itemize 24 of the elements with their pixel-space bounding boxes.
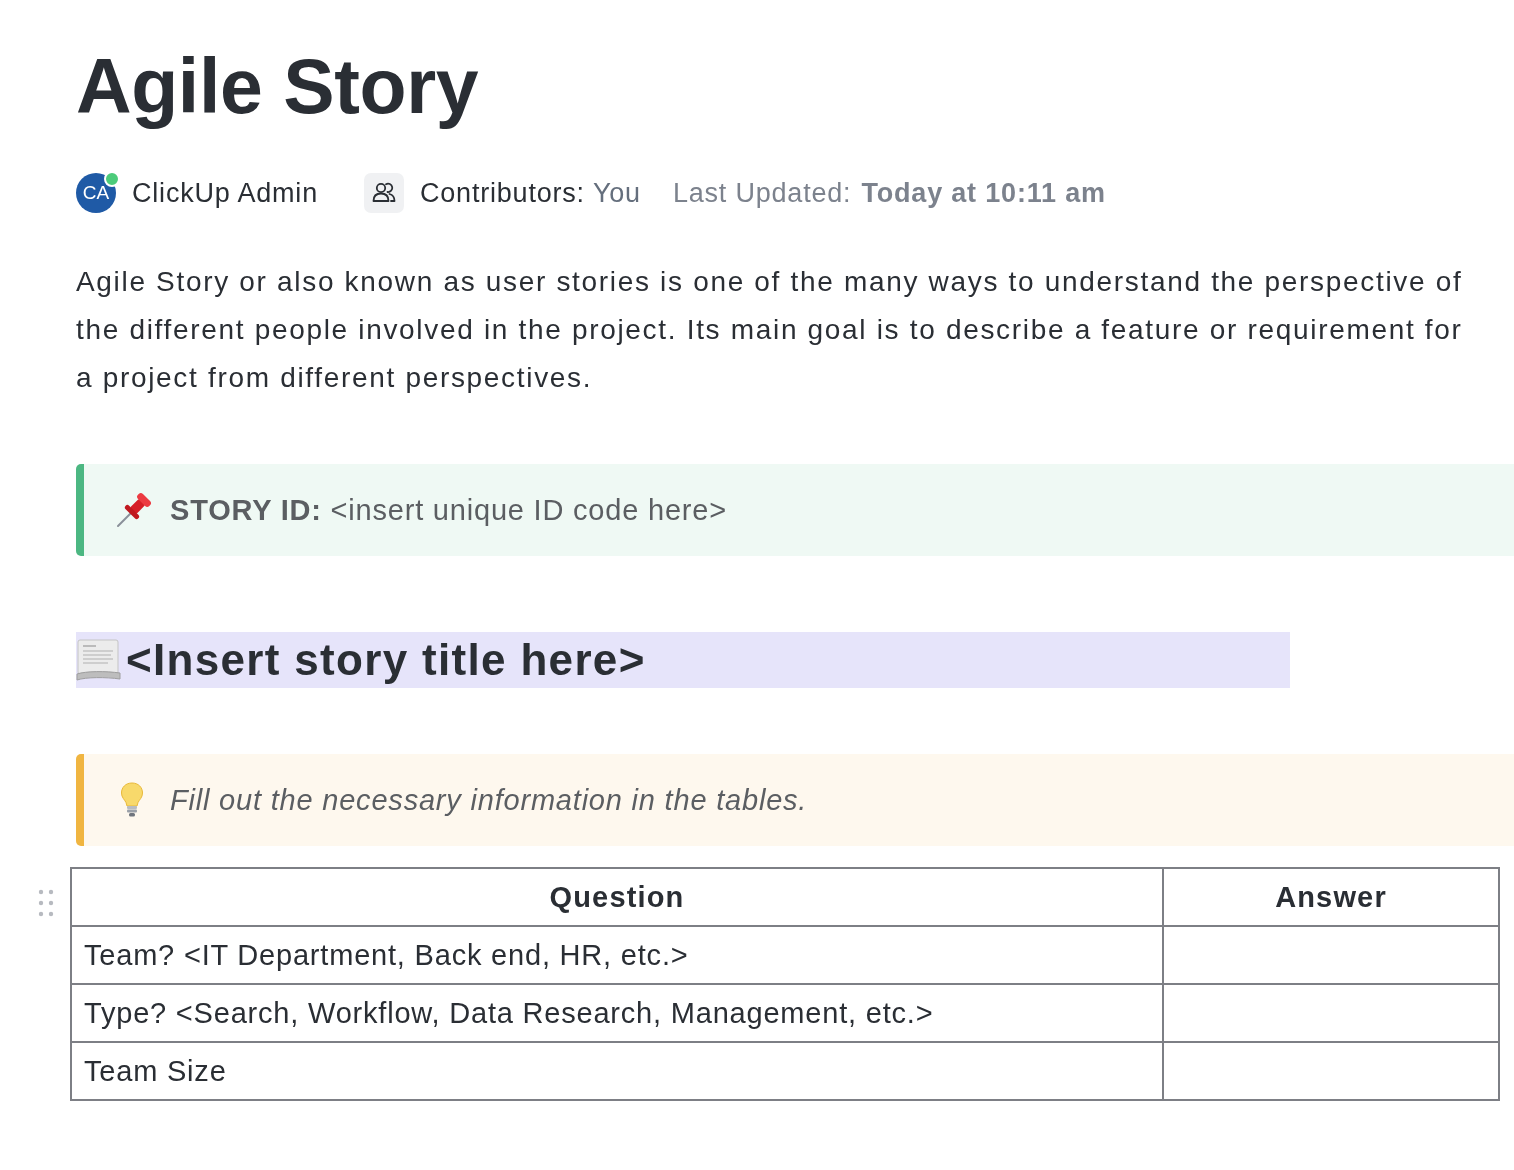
column-header: Answer [1163,868,1499,926]
document-title: Agile Story [76,42,479,130]
author-name[interactable]: ClickUp Admin [132,177,318,209]
story-title-heading: <Insert story title here> [126,635,646,685]
pushpin-icon [116,492,152,528]
last-updated-value: Today at 10:11 am [861,177,1106,209]
last-updated-label: Last Updated: [672,177,852,209]
column-header: Question [71,868,1163,926]
story-id-text: STORY ID: <insert unique ID code here> [170,493,727,527]
people-icon[interactable] [363,173,404,213]
contributors-value[interactable]: You [592,177,641,209]
answer-cell[interactable] [1163,1042,1499,1100]
table-cell: Team Size [71,1042,1163,1100]
avatar[interactable]: CA [76,173,116,213]
document-page-icon [76,638,122,682]
contributors-label: Contributors: [419,177,585,209]
table-cell: Team? <IT Department, Back end, HR, etc.> [71,926,1163,984]
intro-paragraph: Agile Story or also known as user stories is one of the many ways to understand the perspective of the different people involved in the project. Its main goal is to describe a feature or requirement for a project from different perspectives. [76,265,1464,395]
light-bulb-icon [120,782,144,818]
tip-text: Fill out the necessary information in the tables. [170,783,808,817]
table-cell: Type? <Search, Workflow, Data Research, Management, etc.> [71,984,1163,1042]
drag-handle-icon[interactable] [38,889,54,917]
answer-cell[interactable] [1163,984,1499,1042]
answer-cell[interactable] [1163,926,1499,984]
